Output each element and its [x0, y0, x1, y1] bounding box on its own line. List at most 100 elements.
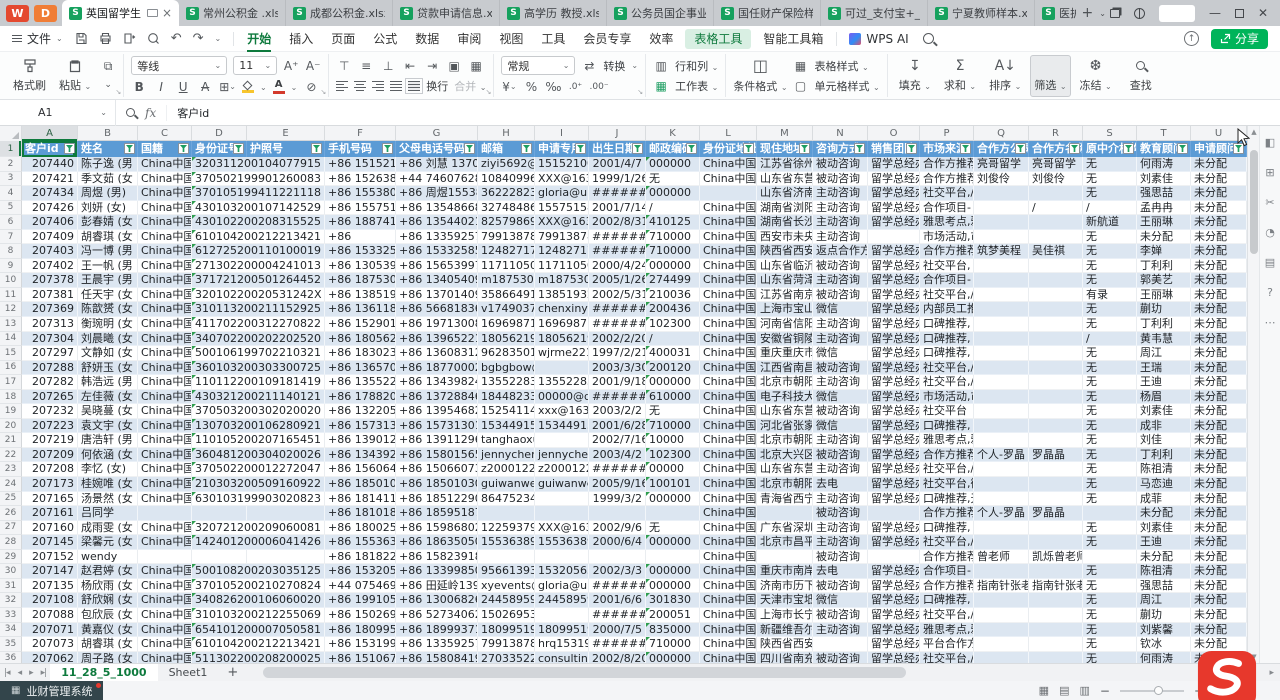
- cell[interactable]: +86 1580841999: [396, 652, 478, 663]
- cell[interactable]: +86 1582391866: [396, 550, 478, 565]
- cell[interactable]: 被动咨询: [813, 259, 868, 274]
- clear-format-icon[interactable]: ⊘: [303, 79, 319, 95]
- cell[interactable]: 留学总经办: [868, 390, 920, 405]
- cell[interactable]: 口碑推荐,无: [920, 492, 974, 507]
- table-header-cell[interactable]: 教育顾问: [1137, 141, 1191, 157]
- cell[interactable]: 冯一博 (男: [78, 244, 138, 259]
- cell[interactable]: 2000/6/4: [589, 535, 646, 550]
- cell[interactable]: 钦冰: [1137, 637, 1191, 652]
- cell[interactable]: 无: [1083, 433, 1137, 448]
- cell[interactable]: 710000: [646, 230, 700, 245]
- cell[interactable]: 社交平台,/: [920, 186, 974, 201]
- menu-item-数据[interactable]: 数据: [406, 26, 448, 52]
- cell[interactable]: 留学总经办: [868, 623, 920, 638]
- cell[interactable]: 主动咨询: [813, 332, 868, 347]
- cell[interactable]: 无: [646, 404, 700, 419]
- cell[interactable]: 207173: [22, 477, 78, 492]
- cell[interactable]: 未分配: [1137, 230, 1191, 245]
- menu-item-效率[interactable]: 效率: [640, 26, 682, 52]
- cell[interactable]: 274499: [646, 273, 700, 288]
- cell[interactable]: China中国: [138, 273, 192, 288]
- align-right-icon[interactable]: [372, 81, 384, 91]
- cell[interactable]: 10000: [646, 433, 700, 448]
- cell[interactable]: 主动咨询: [813, 492, 868, 507]
- cell[interactable]: [1029, 259, 1083, 274]
- cell[interactable]: 蒯玏: [1137, 302, 1191, 317]
- cell[interactable]: [589, 550, 646, 565]
- cell[interactable]: 新疆维吾尔: [757, 623, 813, 638]
- align-left-icon[interactable]: [336, 81, 348, 91]
- cell[interactable]: 153449155: [535, 419, 589, 434]
- cell[interactable]: +86 15332585: [325, 244, 396, 259]
- cell[interactable]: China中国: [700, 623, 757, 638]
- cell[interactable]: 内部员工推: [920, 302, 974, 317]
- cell[interactable]: 207088: [22, 608, 78, 623]
- cell[interactable]: China中国: [138, 593, 192, 608]
- cell[interactable]: 重庆市南岸: [757, 564, 813, 579]
- cell[interactable]: 无: [1083, 652, 1137, 663]
- cell[interactable]: 000000: [646, 157, 700, 172]
- table-header-cell[interactable]: 身份证地址: [700, 141, 757, 157]
- cell[interactable]: v17490376: [478, 302, 535, 317]
- filter-dropdown-icon[interactable]: [1015, 143, 1026, 154]
- row-header-7[interactable]: 7: [0, 230, 22, 245]
- wrap-label[interactable]: 换行: [426, 78, 448, 94]
- cell[interactable]: 凯烁曾老师: [1029, 550, 1083, 565]
- row-header-35[interactable]: 35: [0, 637, 22, 652]
- cell[interactable]: [974, 535, 1029, 550]
- filter-dropdown-icon[interactable]: [233, 143, 244, 154]
- cell[interactable]: 370502200012272047: [192, 462, 325, 477]
- cell[interactable]: China中国: [700, 172, 757, 187]
- cell[interactable]: 袁文宇 (女: [78, 419, 138, 434]
- filter-dropdown-icon[interactable]: [686, 143, 697, 154]
- share-button[interactable]: 分享: [1211, 29, 1268, 49]
- cell[interactable]: 河北省张家: [757, 419, 813, 434]
- cell[interactable]: 桂婉唯 (女: [78, 477, 138, 492]
- cell[interactable]: 无: [1083, 535, 1137, 550]
- cell[interactable]: wendy: [78, 550, 138, 565]
- cell[interactable]: 郭美艺: [1137, 273, 1191, 288]
- cell[interactable]: [535, 433, 589, 448]
- cell[interactable]: +86 18302388: [325, 346, 396, 361]
- cell[interactable]: 季文茹 (女: [78, 172, 138, 187]
- cell[interactable]: z20001227: [478, 462, 535, 477]
- menu-item-公式[interactable]: 公式: [364, 26, 406, 52]
- cell[interactable]: 社交平台,/: [920, 608, 974, 623]
- cell[interactable]: 无: [1083, 521, 1137, 536]
- cell[interactable]: 北京市朝阳: [757, 477, 813, 492]
- cell[interactable]: 无: [1083, 637, 1137, 652]
- cell[interactable]: 370105199411221118: [192, 186, 325, 201]
- cell[interactable]: China中国: [138, 623, 192, 638]
- cell[interactable]: 留学总经办: [868, 157, 920, 172]
- cell[interactable]: +86 刘慧 137052: [396, 157, 478, 172]
- column-header-O[interactable]: O: [868, 126, 920, 141]
- column-header-N[interactable]: N: [813, 126, 868, 141]
- cell[interactable]: [868, 550, 920, 565]
- cell[interactable]: 2005/9/16: [589, 477, 646, 492]
- cell[interactable]: +86 1565399710: [396, 259, 478, 274]
- zoom-formula-icon[interactable]: [126, 108, 135, 117]
- cell[interactable]: 口碑推荐,: [920, 317, 974, 332]
- cell[interactable]: 济南市历下: [757, 579, 813, 594]
- column-header-J[interactable]: J: [589, 126, 646, 141]
- cell[interactable]: 未分配: [1191, 506, 1247, 521]
- cell[interactable]: 主动咨询: [813, 623, 868, 638]
- cell[interactable]: 社交平台,微: [920, 477, 974, 492]
- undo-icon[interactable]: ↶: [171, 31, 182, 46]
- new-document-button[interactable]: +: [1076, 5, 1100, 21]
- cell[interactable]: 未分配: [1191, 477, 1247, 492]
- cell[interactable]: 杨眉: [1137, 390, 1191, 405]
- cell[interactable]: [974, 492, 1029, 507]
- row-header-29[interactable]: 29: [0, 550, 22, 565]
- cell[interactable]: 102300: [646, 448, 700, 463]
- cell[interactable]: 罗晶晶: [1029, 506, 1083, 521]
- font-color-caret-icon[interactable]: ⌄: [291, 83, 298, 92]
- cell[interactable]: xyevents@: [478, 579, 535, 594]
- redo-icon[interactable]: ↷: [193, 31, 204, 46]
- cell[interactable]: [1029, 302, 1083, 317]
- row-header-23[interactable]: 23: [0, 462, 22, 477]
- cell[interactable]: 207108: [22, 593, 78, 608]
- cell[interactable]: 被动咨询: [813, 550, 868, 565]
- cell[interactable]: +86 1343982452: [396, 375, 478, 390]
- filter-dropdown-icon[interactable]: [1177, 143, 1188, 154]
